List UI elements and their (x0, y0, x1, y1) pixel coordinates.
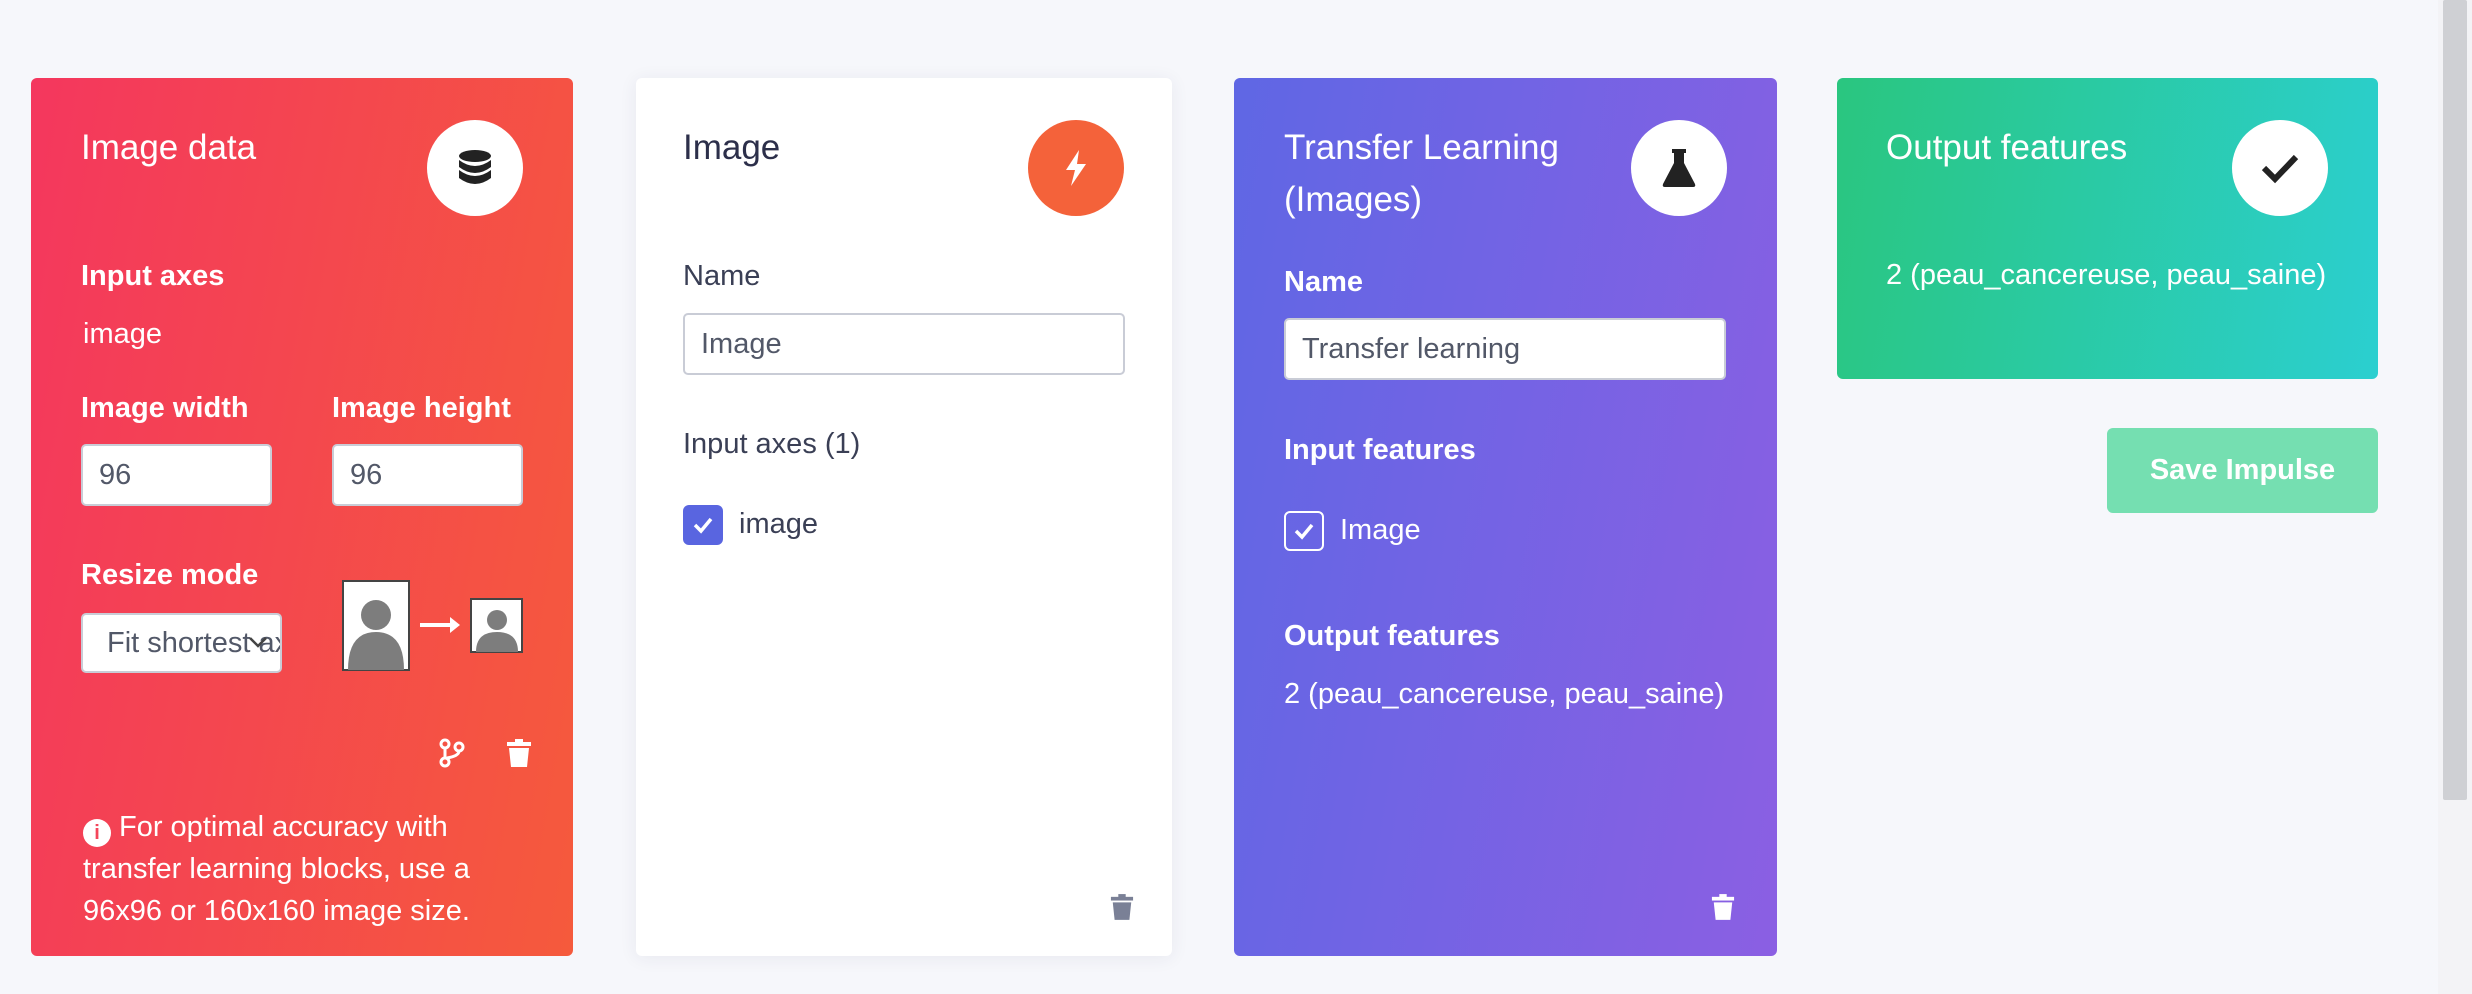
feature-option-label: Image (1340, 514, 1421, 546)
processing-block: Image Name Image Input axes (1) image (636, 78, 1172, 956)
input-axes-value: image (83, 318, 162, 350)
flask-icon (1631, 120, 1727, 216)
name-label: Name (683, 260, 761, 292)
database-icon (427, 120, 523, 216)
image-data-block: Image data Input axes image Image width … (31, 78, 573, 956)
block-title: Transfer Learning (Images) (1284, 122, 1559, 226)
resize-illustration (342, 580, 538, 672)
info-icon: i (83, 819, 111, 847)
trash-icon[interactable] (1711, 894, 1735, 925)
resize-mode-label: Resize mode (81, 559, 259, 591)
input-axes-label: Input axes (1) (683, 428, 861, 460)
check-icon (2232, 120, 2328, 216)
bolt-icon (1028, 120, 1124, 216)
block-title: Image data (81, 128, 257, 167)
image-height-label: Image height (332, 392, 511, 424)
output-block: Output features 2 (peau_cancereuse, peau… (1837, 78, 2378, 379)
scrollbar-thumb[interactable] (2443, 0, 2467, 800)
info-text: For optimal accuracy with transfer learn… (83, 811, 470, 927)
axis-option-label: image (739, 508, 818, 540)
input-features-label: Input features (1284, 434, 1476, 466)
branch-icon[interactable] (439, 738, 465, 773)
output-features-label: Output features (1284, 620, 1500, 652)
trash-icon[interactable] (506, 739, 532, 772)
output-features-value: 2 (peau_cancereuse, peau_saine) (1886, 259, 2327, 291)
save-impulse-button[interactable]: Save Impulse (2107, 428, 2378, 513)
name-label: Name (1284, 266, 1363, 298)
info-note: i For optimal accuracy with transfer lear… (83, 806, 523, 932)
name-input[interactable]: Transfer learning (1284, 318, 1726, 380)
image-width-input[interactable]: 96 (81, 444, 272, 506)
learning-block: Transfer Learning (Images) Name Transfer… (1234, 78, 1777, 956)
output-features-value: 2 (peau_cancereuse, peau_saine) (1284, 678, 1725, 710)
block-title-line1: Transfer Learning (1284, 128, 1559, 167)
block-title: Output features (1886, 128, 2128, 167)
image-height-input[interactable]: 96 (332, 444, 523, 506)
image-width-label: Image width (81, 392, 249, 424)
block-title-line2: (Images) (1284, 180, 1423, 219)
name-input[interactable]: Image (683, 313, 1125, 375)
axis-checkbox[interactable] (683, 505, 723, 545)
trash-icon[interactable] (1110, 894, 1134, 925)
chevron-down-icon (247, 631, 277, 661)
feature-checkbox[interactable] (1284, 511, 1324, 551)
block-title: Image (683, 128, 781, 167)
input-axes-label: Input axes (81, 260, 225, 292)
